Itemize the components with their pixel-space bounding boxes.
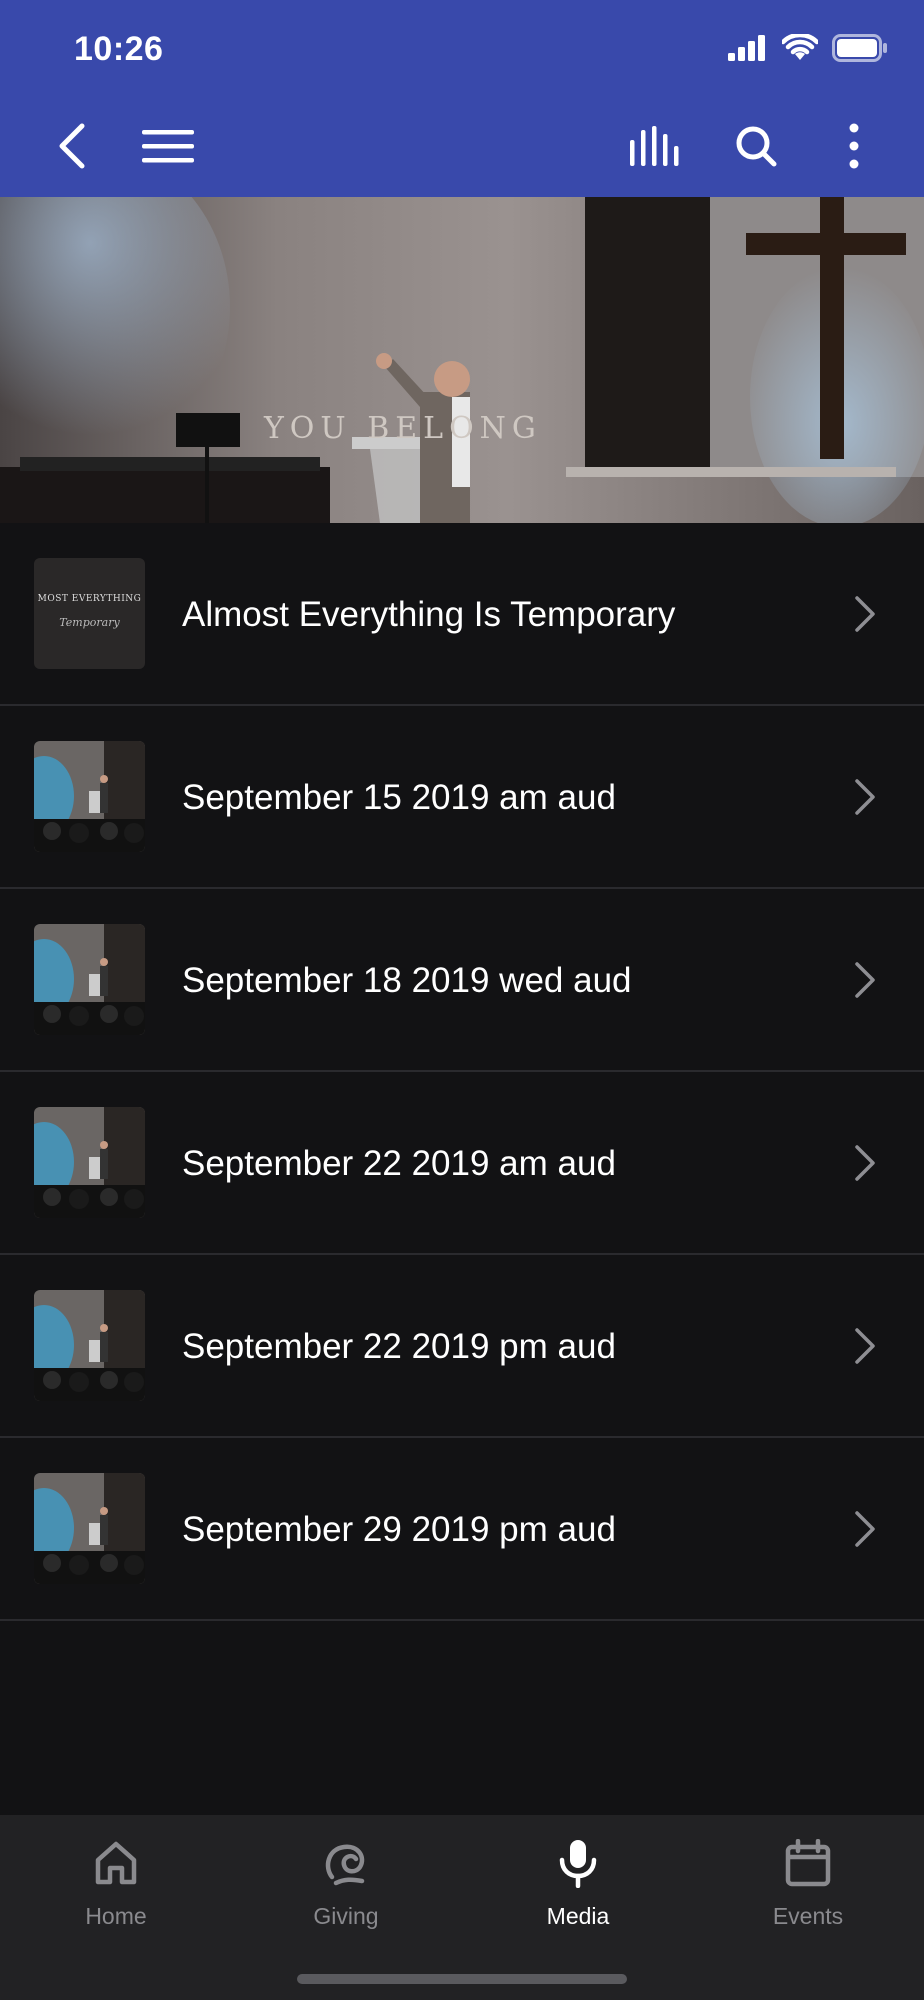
chevron-right-icon [855, 1145, 875, 1181]
sermon-thumbnail [34, 1107, 145, 1218]
list-item[interactable]: September 22 2019 am aud [0, 1072, 924, 1255]
list-item[interactable]: MOST EVERYTHING Temporary Almost Everyth… [0, 523, 924, 706]
hero-image [0, 197, 924, 523]
tab-label: Events [772, 1903, 844, 1929]
list-item[interactable]: September 22 2019 pm aud [0, 1255, 924, 1438]
chevron-right-icon [855, 596, 875, 632]
audio-bars-icon [630, 126, 679, 166]
item-title: September 22 2019 am aud [182, 1143, 616, 1183]
tab-media[interactable]: Media [493, 1835, 663, 1945]
tab-events[interactable]: Events [723, 1835, 893, 1945]
tab-label: Home [85, 1903, 147, 1929]
thumbnail-text: MOST EVERYTHING [37, 594, 142, 604]
chevron-right-icon [855, 779, 875, 815]
list-item[interactable]: September 15 2019 am aud [0, 706, 924, 889]
sermon-thumbnail [34, 1290, 145, 1401]
audio-button[interactable] [626, 118, 686, 174]
item-title: September 18 2019 wed aud [182, 960, 632, 1000]
item-title: September 22 2019 pm aud [182, 1326, 616, 1366]
list-item[interactable]: September 18 2019 wed aud [0, 889, 924, 1072]
home-icon [95, 1841, 137, 1885]
sermon-thumbnail [34, 1473, 145, 1584]
series-thumbnail: MOST EVERYTHING Temporary [34, 558, 145, 669]
sermon-thumbnail [34, 741, 145, 852]
sermon-thumbnail [34, 924, 145, 1035]
chevron-right-icon [855, 962, 875, 998]
menu-button[interactable] [136, 118, 200, 174]
list-item[interactable]: September 29 2019 pm aud [0, 1438, 924, 1621]
tab-label: Giving [313, 1903, 379, 1929]
home-indicator [297, 1974, 627, 1984]
tab-home[interactable]: Home [31, 1835, 201, 1945]
back-button[interactable] [44, 118, 100, 174]
status-time: 10:26 [74, 30, 164, 68]
microphone-icon [559, 1840, 597, 1888]
hero-caption: YOU BELONG [264, 411, 542, 446]
giving-icon [325, 1844, 365, 1886]
more-options-button[interactable] [824, 118, 884, 174]
tab-label: Media [546, 1903, 610, 1929]
item-title: September 15 2019 am aud [182, 777, 616, 817]
search-icon [736, 126, 777, 167]
media-list: MOST EVERYTHING Temporary Almost Everyth… [0, 523, 924, 1621]
hamburger-menu-icon [142, 130, 194, 163]
chevron-right-icon [855, 1511, 875, 1547]
app-bar: 10:26 [0, 0, 924, 197]
thumbnail-script: Temporary [59, 616, 120, 629]
tab-giving[interactable]: Giving [261, 1835, 431, 1945]
wifi-icon [782, 34, 818, 60]
search-button[interactable] [726, 118, 786, 174]
hero-banner: YOU BELONG [0, 197, 924, 523]
chevron-right-icon [855, 1328, 875, 1364]
chevron-left-icon [59, 123, 85, 169]
more-vertical-icon [849, 123, 859, 169]
item-title: Almost Everything Is Temporary [182, 594, 676, 634]
item-title: September 29 2019 pm aud [182, 1509, 616, 1549]
calendar-icon [785, 1839, 831, 1887]
bottom-tab-bar: Home Giving Media Events [0, 1815, 924, 2000]
battery-icon [832, 34, 887, 62]
status-icons [728, 34, 888, 62]
signal-icon [728, 35, 765, 61]
